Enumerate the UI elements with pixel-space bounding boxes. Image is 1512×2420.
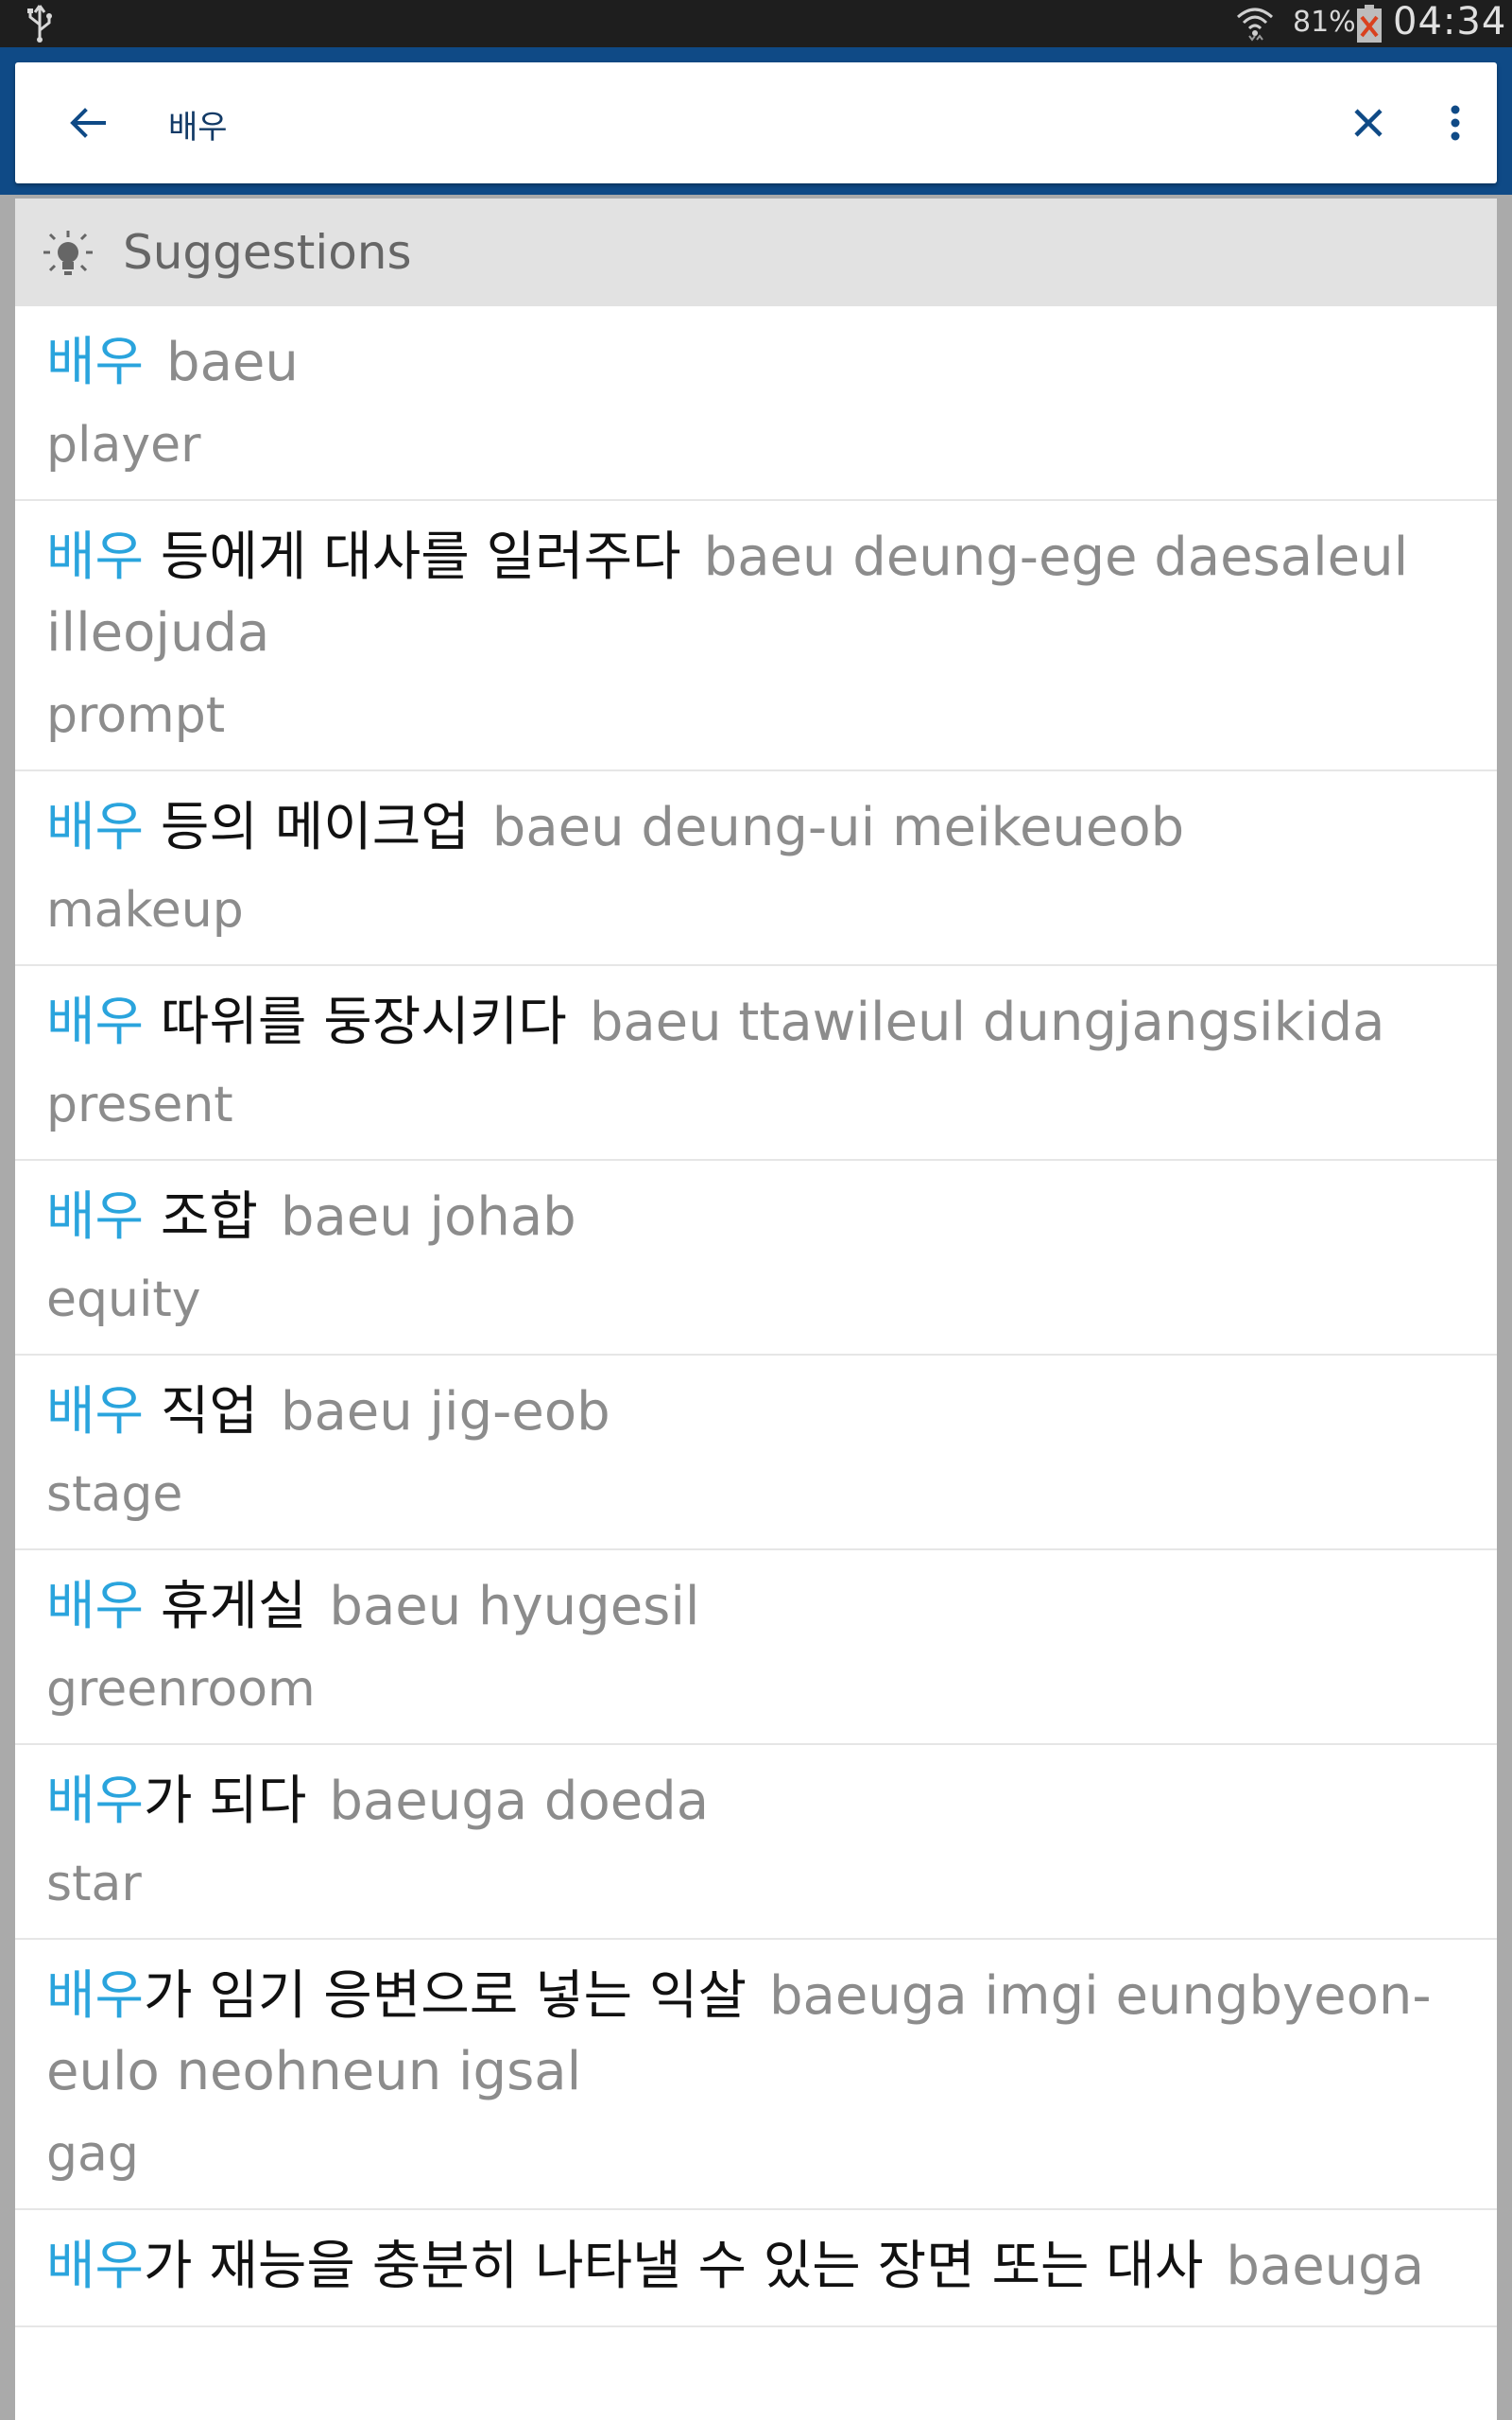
entry-headword: 배우 조합 baeu johab bbox=[46, 1180, 1459, 1255]
status-bar: 81% 04:34 bbox=[0, 0, 1512, 47]
entry-phrase: 조합 bbox=[144, 1186, 258, 1248]
suggestions-header: Suggestions bbox=[15, 199, 1497, 306]
results-panel: Suggestions 배우 baeu player 배우 등에게 대사를 일러주다 b… bbox=[15, 199, 1497, 2420]
list-item[interactable]: 배우 따위를 둥장시키다 baeu ttawileul dungjangsikid… bbox=[15, 966, 1497, 1161]
entry-phrase: 가 되다 bbox=[144, 1771, 307, 1832]
entry-translation: equity bbox=[46, 1271, 201, 1328]
entry-keyword: 배우 bbox=[46, 797, 145, 858]
entry-translation: stage bbox=[46, 1466, 183, 1523]
entry-keyword: 배우 bbox=[46, 2236, 145, 2297]
entry-phrase: 등에게 대사를 일러주다 bbox=[144, 527, 681, 588]
entry-phrase: 따위를 둥장시키다 bbox=[144, 992, 567, 1053]
entry-headword: 배우가 되다 baeuga doeda bbox=[46, 1764, 1459, 1840]
list-item[interactable]: 배우 등의 메이크업 baeu deung-ui meikeueob makeup bbox=[15, 771, 1497, 966]
entry-translation: makeup bbox=[46, 882, 244, 939]
list-item[interactable]: 배우 직업 baeu jig-eob stage bbox=[15, 1356, 1497, 1550]
entry-romanization: baeu johab bbox=[280, 1186, 576, 1248]
entry-keyword: 배우 bbox=[46, 527, 145, 588]
entry-romanization: baeu hyugesil bbox=[329, 1576, 700, 1637]
entry-keyword: 배우 bbox=[46, 1965, 145, 2027]
entry-translation: player bbox=[46, 417, 201, 474]
entry-translation: greenroom bbox=[46, 1661, 316, 1718]
list-item[interactable]: 배우가 재능을 충분히 나타낼 수 있는 장면 또는 대사 baeuga bbox=[15, 2210, 1497, 2327]
entry-keyword: 배우 bbox=[46, 1381, 145, 1443]
entry-translation: star bbox=[46, 1856, 142, 1912]
list-item[interactable]: 배우 등에게 대사를 일러주다 baeu deung-ege daesaleul … bbox=[15, 501, 1497, 771]
entry-phrase: 가 재능을 충분히 나타낼 수 있는 장면 또는 대사 bbox=[144, 2236, 1204, 2297]
entry-headword: 배우 baeu bbox=[46, 325, 1459, 401]
entry-phrase: 직업 bbox=[144, 1381, 258, 1443]
list-item[interactable]: 배우 조합 baeu johab equity bbox=[15, 1161, 1497, 1356]
entry-headword: 배우가 재능을 충분히 나타낼 수 있는 장면 또는 대사 baeuga bbox=[46, 2229, 1459, 2305]
wifi-icon bbox=[1237, 8, 1273, 42]
suggestions-title: Suggestions bbox=[123, 225, 412, 280]
entry-romanization: baeuga bbox=[1226, 2236, 1425, 2297]
list-item[interactable]: 배우가 임기 응변으로 넣는 익살 baeuga imgi eungbyeon-e… bbox=[15, 1940, 1497, 2210]
search-bar bbox=[15, 62, 1497, 183]
entry-phrase: 휴게실 bbox=[144, 1576, 307, 1637]
entry-romanization: baeu deung-ui meikeueob bbox=[491, 797, 1185, 858]
entry-headword: 배우 따위를 둥장시키다 baeu ttawileul dungjangsikid… bbox=[46, 985, 1459, 1061]
app-header bbox=[0, 47, 1512, 195]
clear-icon[interactable] bbox=[1342, 96, 1395, 149]
battery-percent: 81% bbox=[1293, 6, 1356, 39]
entry-headword: 배우 직업 baeu jig-eob bbox=[46, 1374, 1459, 1450]
usb-icon bbox=[27, 5, 52, 43]
entry-keyword: 배우 bbox=[46, 332, 145, 393]
entry-romanization: baeuga doeda bbox=[329, 1771, 710, 1832]
entry-keyword: 배우 bbox=[46, 1771, 145, 1832]
lightbulb-icon bbox=[43, 231, 93, 275]
entry-headword: 배우 등에게 대사를 일러주다 baeu deung-ege daesaleul … bbox=[46, 520, 1459, 671]
entry-keyword: 배우 bbox=[46, 1186, 145, 1248]
entry-headword: 배우가 임기 응변으로 넣는 익살 baeuga imgi eungbyeon-e… bbox=[46, 1959, 1459, 2110]
entry-phrase: 가 임기 응변으로 넣는 익살 bbox=[144, 1965, 747, 2027]
back-arrow-icon[interactable] bbox=[62, 96, 115, 149]
suggestion-list: 배우 baeu player 배우 등에게 대사를 일러주다 baeu deung-eg… bbox=[15, 306, 1497, 2327]
entry-translation: prompt bbox=[46, 687, 226, 744]
list-item[interactable]: 배우 baeu player bbox=[15, 306, 1497, 501]
entry-romanization: baeu jig-eob bbox=[280, 1381, 610, 1443]
more-vert-icon[interactable] bbox=[1429, 96, 1482, 149]
entry-translation: gag bbox=[46, 2126, 139, 2183]
clock: 04:34 bbox=[1393, 0, 1507, 43]
search-input[interactable] bbox=[166, 91, 1285, 157]
entry-headword: 배우 등의 메이크업 baeu deung-ui meikeueob bbox=[46, 790, 1459, 866]
list-item[interactable]: 배우가 되다 baeuga doeda star bbox=[15, 1745, 1497, 1940]
entry-headword: 배우 휴게실 baeu hyugesil bbox=[46, 1569, 1459, 1645]
entry-romanization: baeu bbox=[166, 332, 299, 393]
entry-keyword: 배우 bbox=[46, 992, 145, 1053]
entry-keyword: 배우 bbox=[46, 1576, 145, 1637]
battery-icon bbox=[1357, 5, 1382, 43]
entry-translation: present bbox=[46, 1077, 233, 1133]
list-item[interactable]: 배우 휴게실 baeu hyugesil greenroom bbox=[15, 1550, 1497, 1745]
entry-phrase: 등의 메이크업 bbox=[144, 797, 470, 858]
entry-romanization: baeu ttawileul dungjangsikida bbox=[589, 992, 1385, 1053]
